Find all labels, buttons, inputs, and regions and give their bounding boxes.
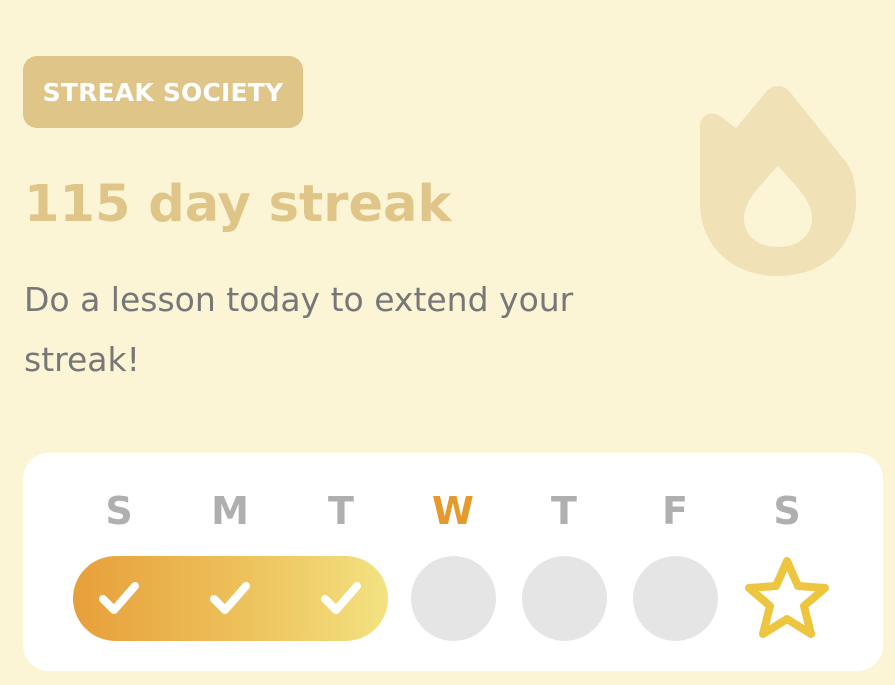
- checkmark-icon: [210, 582, 250, 614]
- streak-society-badge: STREAK SOCIETY: [23, 56, 303, 128]
- flame-icon: [700, 86, 856, 276]
- day-circle-thursday: [521, 556, 607, 641]
- checkmark-icon: [99, 582, 139, 614]
- streak-count-title: 115 day streak: [24, 175, 452, 234]
- day-label-wednesday-today: W: [432, 489, 474, 533]
- day-label-tuesday: T: [328, 489, 354, 533]
- streak-society-card: STREAK SOCIETY 115 day streak Do a lesso…: [0, 0, 895, 685]
- day-label-sunday: S: [105, 489, 133, 533]
- streak-prompt-text: Do a lesson today to extend your streak!: [24, 280, 574, 379]
- day-label-thursday: T: [551, 489, 577, 533]
- star-icon: [745, 557, 829, 638]
- day-label-friday: F: [662, 489, 688, 533]
- checkmark-icon: [321, 582, 361, 614]
- day-label-saturday: S: [773, 489, 801, 533]
- day-label-monday: M: [211, 489, 249, 533]
- weekly-progress-card: S M T W T F S: [23, 453, 883, 671]
- day-circle-friday: [632, 556, 718, 641]
- day-circle-wednesday: [410, 556, 496, 641]
